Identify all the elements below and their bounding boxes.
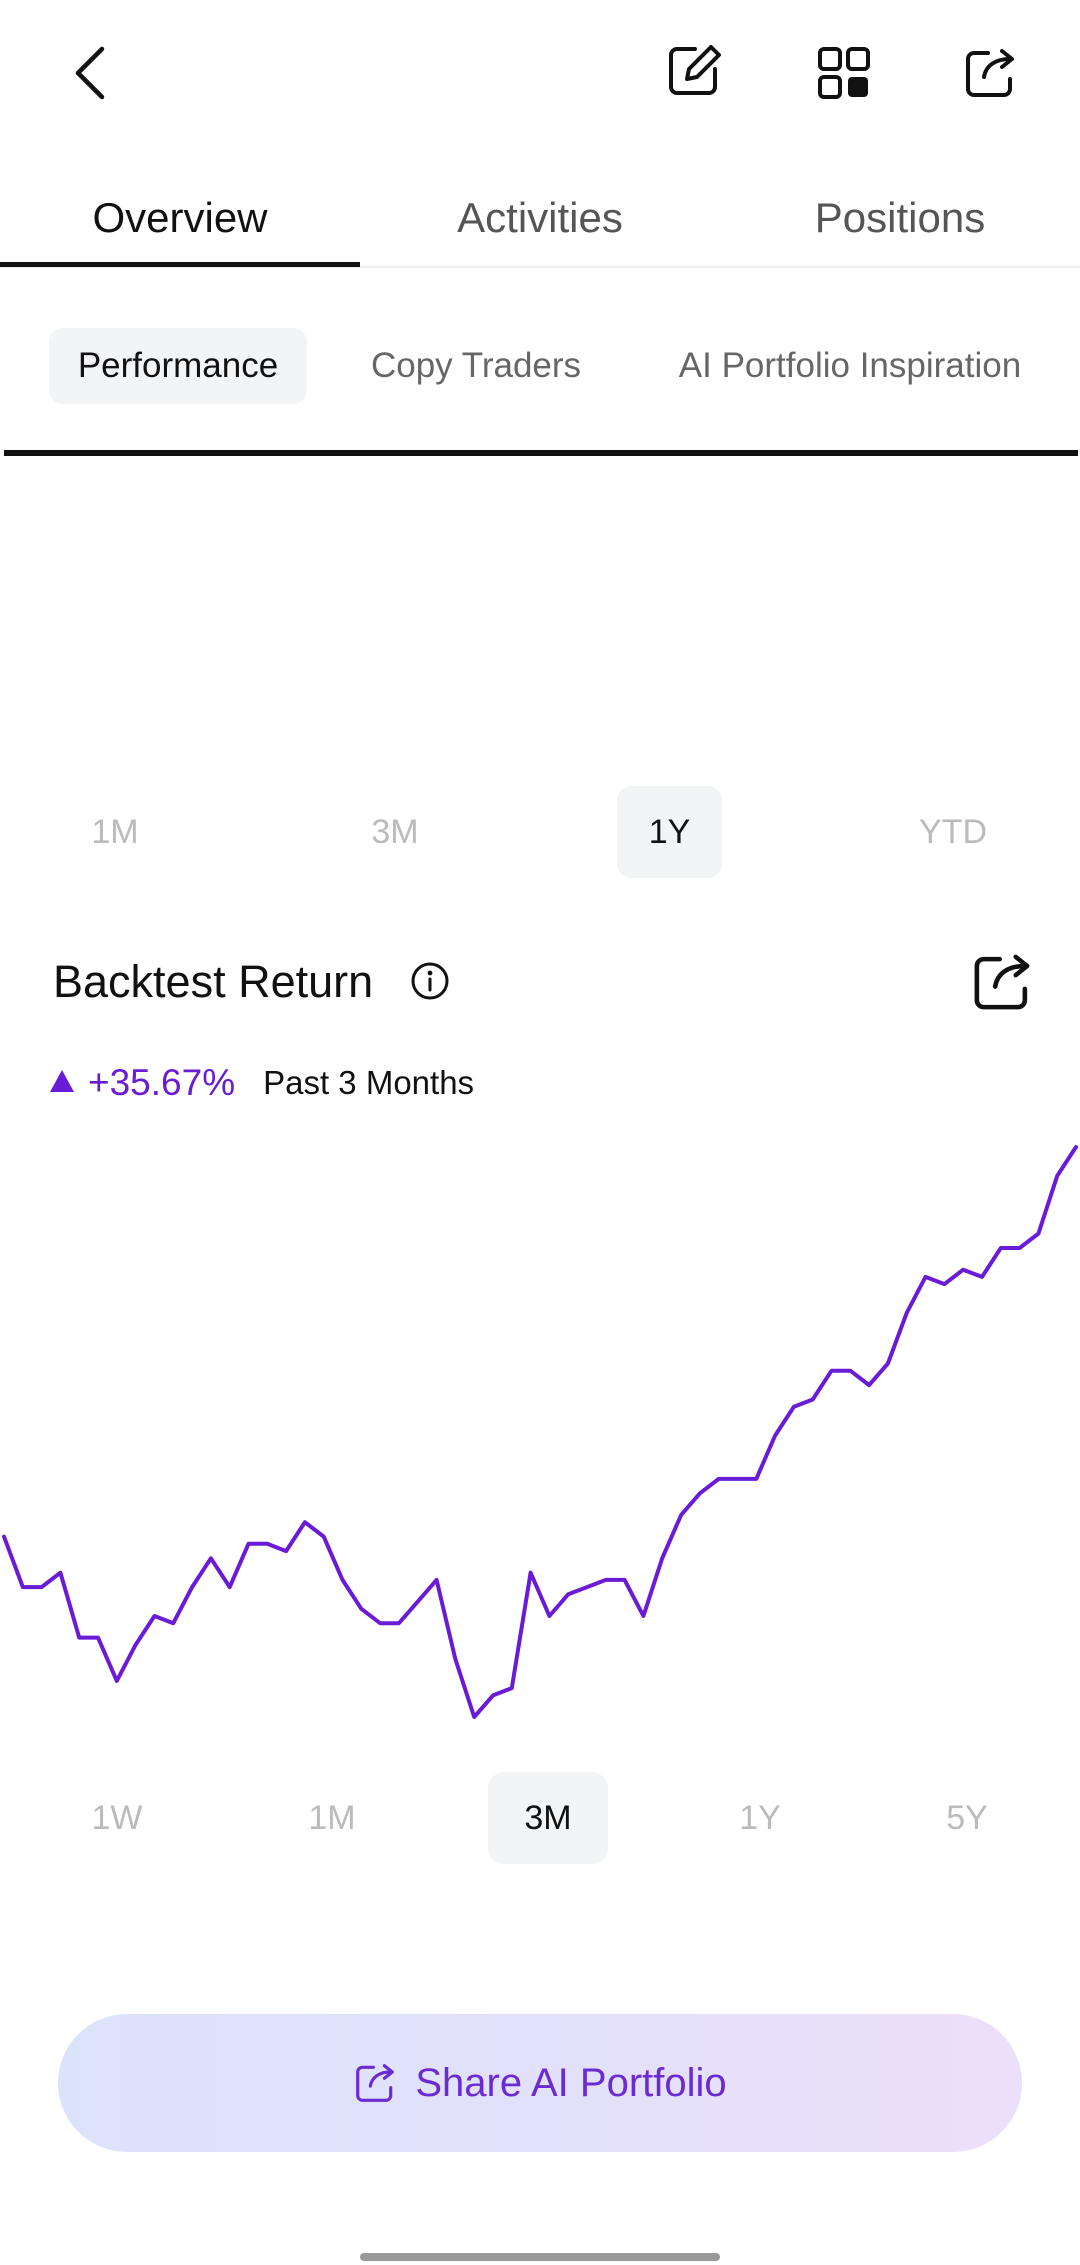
return-period: Past 3 Months	[263, 1064, 475, 1101]
range-1y[interactable]: 1Y	[705, 1772, 815, 1864]
top-bar	[0, 0, 1080, 150]
share-ai-portfolio-button[interactable]: Share AI Portfolio	[58, 2014, 1022, 2152]
chart-share-icon[interactable]	[970, 950, 1034, 1014]
tab-positions[interactable]: Positions	[720, 170, 1080, 266]
tab-activities[interactable]: Activities	[360, 170, 720, 266]
return-value: +35.67%	[88, 1062, 236, 1103]
range-1w[interactable]: 1W	[62, 1772, 172, 1864]
section-divider	[4, 450, 1078, 456]
grid-icon[interactable]	[804, 33, 884, 113]
period-selector: 1M 3M 1Y YTD	[0, 786, 1080, 878]
period-3m[interactable]: 3M	[340, 786, 450, 878]
backtest-chart	[0, 1135, 1080, 1735]
return-summary: +35.67% Past 3 Months	[50, 1058, 474, 1108]
range-3m[interactable]: 3M	[488, 1772, 608, 1864]
share-button-label: Share AI Portfolio	[415, 2060, 727, 2105]
backtest-title: Backtest Return	[53, 956, 374, 1007]
range-selector: 1W 1M 3M 1Y 5Y	[0, 1772, 1080, 1864]
backtest-line-chart	[2, 1145, 1078, 1719]
back-chevron-icon[interactable]	[50, 33, 130, 113]
edit-icon[interactable]	[653, 31, 733, 111]
share-icon	[356, 2064, 395, 2102]
info-icon[interactable]	[410, 961, 450, 1001]
subtab-performance[interactable]: Performance	[49, 328, 307, 404]
tab-overview[interactable]: Overview	[0, 170, 360, 266]
return-series-line	[2, 1145, 1078, 1719]
range-1m[interactable]: 1M	[277, 1772, 387, 1864]
home-indicator	[360, 2253, 720, 2261]
subtab-copy-traders[interactable]: Copy Traders	[352, 328, 600, 404]
active-tab-indicator	[0, 262, 360, 267]
range-5y[interactable]: 5Y	[912, 1772, 1022, 1864]
period-1m[interactable]: 1M	[60, 786, 170, 878]
main-tabs: Overview Activities Positions	[0, 170, 1080, 268]
period-1y[interactable]: 1Y	[617, 786, 722, 878]
period-ytd[interactable]: YTD	[898, 786, 1008, 878]
subtab-ai-portfolio-inspiration[interactable]: AI Portfolio Inspiration	[650, 328, 1050, 404]
share-icon[interactable]	[950, 33, 1030, 113]
sub-tabs: Performance Copy Traders AI Portfolio In…	[0, 325, 1080, 405]
up-triangle-icon	[50, 1070, 74, 1092]
